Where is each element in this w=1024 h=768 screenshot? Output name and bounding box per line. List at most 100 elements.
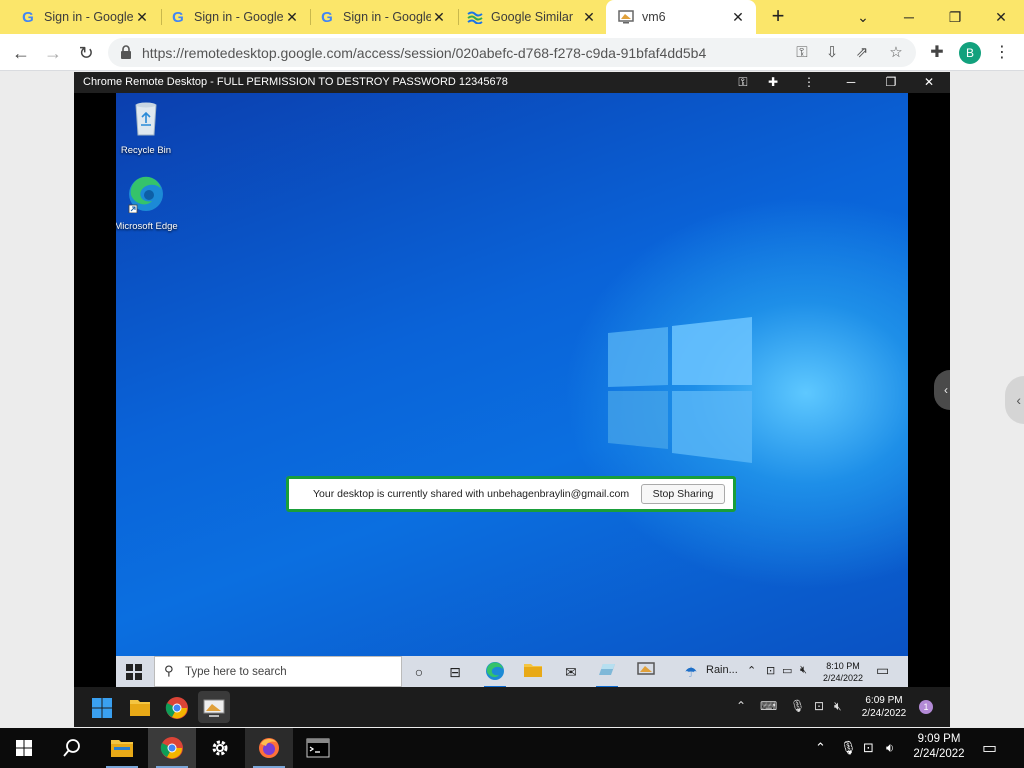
new-tab-button[interactable]: + (766, 5, 790, 29)
remote-desktop-app-icon[interactable] (202, 696, 226, 720)
desktop-icon-label: Recycle Bin (120, 145, 172, 156)
similar-icon (467, 9, 483, 25)
tab-google-similar[interactable]: Google Similar ✕ (455, 0, 607, 34)
tab-title: Sign in - Google (44, 10, 134, 24)
reload-button[interactable]: ↻ (73, 40, 99, 66)
tab-signin-3[interactable]: G Sign in - Google ✕ (307, 0, 457, 34)
search-icon: ⚲ (164, 663, 174, 678)
extensions-puzzle-icon[interactable]: ✚ (926, 42, 948, 64)
terminal-button[interactable] (294, 728, 342, 768)
recycle-bin-icon (135, 102, 157, 136)
stop-sharing-button[interactable]: Stop Sharing (641, 484, 725, 504)
password-key-icon[interactable]: ⚿ (792, 43, 812, 63)
remote-desktop-screen[interactable]: Recycle Bin Microsoft Edge Your desktop … (116, 93, 908, 687)
gear-icon (212, 740, 228, 756)
weather-rain-icon[interactable]: ☂ (680, 661, 702, 683)
host-clock[interactable]: 9:09 PM 2/24/2022 (905, 732, 973, 762)
edge-taskbar-icon[interactable] (484, 661, 506, 687)
microphone-icon[interactable]: 🎙︎ (840, 740, 857, 756)
chrome-icon (160, 737, 183, 759)
tab-signin-2[interactable]: G Sign in - Google ✕ (158, 0, 310, 34)
cortana-icon[interactable]: ○ (408, 661, 430, 683)
side-panel-handle[interactable]: ‹ (1005, 376, 1024, 424)
desktop-icon-edge[interactable]: Microsoft Edge (116, 175, 178, 233)
close-tab-icon[interactable]: ✕ (581, 9, 597, 26)
remote-desktop-icon (618, 9, 634, 25)
remote-clock[interactable]: 8:10 PM 2/24/2022 (818, 660, 868, 684)
remote-time: 8:10 PM (826, 661, 860, 671)
firefox-button[interactable] (245, 728, 293, 768)
minimize-icon[interactable]: ─ (842, 74, 860, 91)
forward-button[interactable]: → (40, 40, 66, 66)
back-button[interactable]: ← (8, 40, 34, 66)
close-tab-icon[interactable]: ✕ (284, 9, 300, 26)
google-icon: G (321, 8, 333, 26)
notification-badge[interactable]: 1 (919, 700, 933, 714)
file-explorer-icon[interactable] (522, 661, 544, 683)
start-button[interactable] (0, 728, 48, 768)
restore-window-button[interactable]: ❐ (932, 0, 978, 34)
notification-icon[interactable]: ▭ (982, 738, 997, 758)
tab-title: Sign in - Google (343, 10, 431, 24)
network-icon[interactable]: ▭ (782, 664, 792, 677)
search-placeholder: Type here to search (185, 666, 287, 678)
onedrive-icon[interactable]: ⊡ (766, 664, 775, 677)
remote-app-icon[interactable] (596, 661, 618, 687)
windows-logo-wallpaper (608, 317, 752, 463)
close-tab-icon[interactable]: ✕ (730, 9, 746, 26)
volume-muted-icon[interactable]: 🔇︎ (834, 699, 842, 714)
tray-overflow-icon[interactable]: ⌃ (736, 699, 746, 713)
firefox-icon (259, 738, 279, 758)
browser-menu-icon[interactable]: ⋮ (994, 42, 1010, 64)
restore-icon[interactable]: ❐ (882, 74, 900, 91)
weather-label[interactable]: Rain... (706, 664, 738, 676)
minimize-window-button[interactable]: ─ (886, 0, 932, 34)
profile-avatar[interactable]: B (959, 42, 981, 64)
windows-start-icon[interactable] (124, 662, 144, 682)
lock-icon[interactable] (120, 45, 132, 59)
keyboard-icon[interactable]: ⌨ (760, 699, 777, 713)
taskbar-search-box[interactable]: ⚲ Type here to search (154, 656, 402, 687)
volume-icon[interactable]: 🔉︎ (886, 740, 894, 756)
close-tab-icon[interactable]: ✕ (431, 9, 447, 26)
bookmark-star-icon[interactable]: ☆ (886, 43, 906, 63)
settings-button[interactable] (196, 728, 244, 768)
tray-overflow-icon[interactable]: ⌃ (747, 664, 756, 677)
key-icon[interactable]: ⚿ (734, 74, 752, 91)
close-icon[interactable]: ✕ (920, 74, 938, 91)
microphone-icon[interactable]: 🎙︎ (790, 699, 805, 713)
tray-overflow-icon[interactable]: ⌃ (815, 740, 826, 756)
search-icon (63, 739, 80, 757)
tab-search-chevron-icon[interactable]: ⌄ (840, 0, 886, 34)
tab-vm6[interactable]: vm6 ✕ (606, 0, 756, 34)
remote-date: 2/24/2022 (822, 673, 864, 683)
file-explorer-icon[interactable] (128, 696, 152, 720)
desktop-icon-recycle-bin[interactable]: Recycle Bin (116, 99, 178, 157)
address-bar[interactable]: https://remotedesktop.google.com/access/… (108, 38, 916, 67)
close-window-button[interactable]: ✕ (978, 0, 1024, 34)
search-button[interactable] (48, 728, 96, 768)
close-tab-icon[interactable]: ✕ (134, 9, 150, 26)
remote-session-header: Chrome Remote Desktop - FULL PERMISSION … (74, 72, 950, 93)
volume-muted-icon[interactable]: 🔇︎ (800, 664, 807, 677)
vm-clock[interactable]: 6:09 PM 2/24/2022 (854, 694, 914, 720)
file-explorer-button[interactable] (98, 728, 146, 768)
host-time: 9:09 PM (917, 733, 961, 745)
share-icon[interactable]: ⇗ (852, 43, 872, 63)
chrome-button[interactable] (148, 728, 196, 768)
crd-app-icon[interactable] (636, 661, 658, 683)
install-app-icon[interactable]: ⇩ (822, 43, 842, 63)
more-options-icon[interactable]: ⋮ (800, 74, 818, 91)
tab-signin-1[interactable]: G Sign in - Google ✕ (8, 0, 160, 34)
notification-icon[interactable]: ▭ (876, 662, 889, 679)
letterbox-left (74, 93, 116, 687)
display-icon[interactable]: ⊡ (814, 699, 824, 713)
url-text[interactable]: https://remotedesktop.google.com/access/… (142, 45, 706, 61)
file-explorer-icon (111, 740, 133, 757)
mail-icon[interactable]: ✉ (560, 661, 582, 683)
windows11-start-icon[interactable] (90, 696, 114, 720)
network-icon[interactable]: ⊡ (863, 740, 874, 756)
chrome-icon[interactable] (165, 696, 189, 720)
puzzle-icon[interactable]: ✚ (764, 74, 782, 91)
task-view-icon[interactable]: ⊟ (444, 661, 466, 683)
